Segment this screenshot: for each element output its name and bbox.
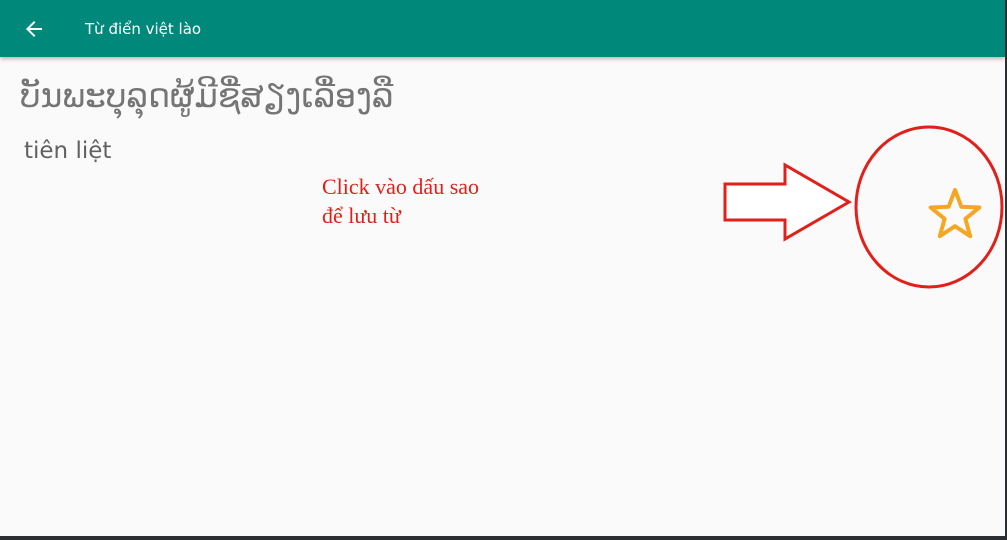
lao-word: ບັນພະບຸລຸດຜູ້ມີຊື່ສຽງເລື່ອງລື xyxy=(20,76,394,115)
annotation-arrow-icon xyxy=(723,162,852,242)
app-bar: Từ điển việt lào xyxy=(0,0,1005,57)
app-window: Từ điển việt lào ບັນພະບຸລຸດຜູ້ມີຊື່ສຽງເລ… xyxy=(0,0,1007,540)
app-title: Từ điển việt lào xyxy=(85,20,202,38)
hint-line-1: Click vào dấu sao xyxy=(322,174,480,199)
back-button[interactable] xyxy=(14,9,54,49)
annotation-hint: Click vào dấu sao để lưu từ xyxy=(322,172,582,230)
vietnamese-meaning: tiên liệt xyxy=(24,138,112,164)
arrow-left-icon xyxy=(26,21,42,37)
star-outline-icon xyxy=(928,188,982,239)
favorite-star-button[interactable] xyxy=(922,183,988,245)
hint-line-2: để lưu từ xyxy=(322,203,401,228)
